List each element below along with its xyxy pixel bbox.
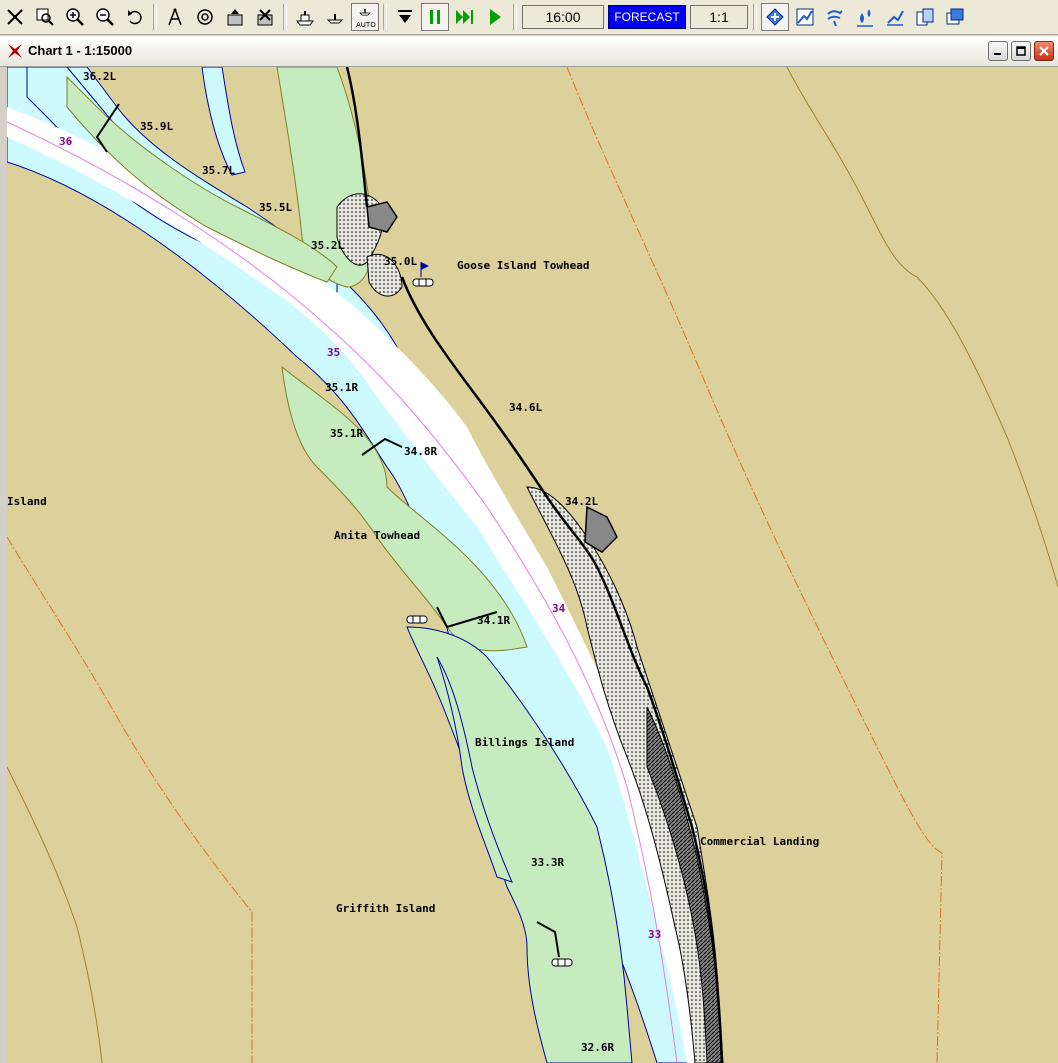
- fast-forward-button[interactable]: [451, 3, 479, 31]
- minimize-button[interactable]: [988, 41, 1008, 61]
- island-label: Island: [7, 495, 47, 508]
- light-label: 34.8R: [404, 445, 437, 458]
- light-label: 36.2L: [83, 70, 116, 83]
- vessel-settings-button[interactable]: [251, 3, 279, 31]
- mile-marker-36: 36: [59, 135, 73, 148]
- nautical-chart: Goose Island Towhead Island Anita Towhea…: [7, 67, 1058, 1063]
- zoom-in-button[interactable]: [61, 3, 89, 31]
- ship-small-button[interactable]: [321, 3, 349, 31]
- auto-follow-button[interactable]: AUTO: [351, 3, 379, 31]
- app-icon: [8, 44, 22, 58]
- minimize-icon: [994, 53, 1001, 55]
- close-button[interactable]: [1034, 41, 1054, 61]
- light-label: 32.6R: [581, 1041, 614, 1054]
- scale-display[interactable]: 1:1: [690, 5, 748, 29]
- weather-icon: [827, 10, 843, 27]
- ship-icon: [296, 11, 314, 26]
- chart-edit-icon: [796, 8, 814, 26]
- toolbar-separator: [383, 4, 387, 30]
- buoy-icon: [406, 615, 428, 624]
- light-label: 33.3R: [531, 856, 564, 869]
- light-label: 34.1R: [477, 614, 510, 627]
- main-toolbar: AUTO 16:00 FORECAST 1:1: [0, 0, 1058, 35]
- close-icon: [1039, 46, 1049, 56]
- mile-marker-33: 33: [648, 928, 661, 941]
- commercial-landing-label: Commercial Landing: [700, 835, 819, 848]
- target-button[interactable]: [191, 3, 219, 31]
- zoom-out-icon: [96, 8, 114, 26]
- auto-label: AUTO: [356, 21, 376, 29]
- pause-button[interactable]: [421, 3, 449, 31]
- zoom-in-icon: [66, 8, 84, 26]
- water-button[interactable]: [851, 3, 879, 31]
- auto-follow-icon: [359, 8, 371, 16]
- fast-forward-icon: [456, 10, 473, 24]
- download-button[interactable]: [391, 3, 419, 31]
- window-title: Chart 1 - 1:15000: [28, 43, 133, 58]
- maximize-button[interactable]: [1011, 41, 1031, 61]
- zoom-out-button[interactable]: [91, 3, 119, 31]
- light-label: 35.5L: [259, 201, 292, 214]
- chart-layers-icon: [766, 8, 784, 26]
- export-icon: [227, 9, 243, 26]
- time-display[interactable]: 16:00: [522, 5, 604, 29]
- window-icon: [946, 8, 964, 25]
- toolbar-separator: [753, 4, 757, 30]
- maximize-icon: [1016, 46, 1026, 56]
- route-button[interactable]: [881, 3, 909, 31]
- copy-button[interactable]: [911, 3, 939, 31]
- toolbar-separator: [513, 4, 517, 30]
- undo-icon: [128, 10, 142, 25]
- export-button[interactable]: [221, 3, 249, 31]
- fit-chart-button[interactable]: [1, 3, 29, 31]
- target-icon: [197, 9, 213, 25]
- light-label: 35.9L: [140, 120, 173, 133]
- billings-island-label: Billings Island: [475, 736, 574, 749]
- light-label: 35.7L: [202, 164, 235, 177]
- anita-towhead-label: Anita Towhead: [334, 529, 420, 542]
- water-icon: [857, 9, 873, 27]
- compass-button[interactable]: [161, 3, 189, 31]
- ship-small-icon: [326, 14, 344, 24]
- copy-icon: [916, 8, 934, 26]
- zoom-window-button[interactable]: [31, 3, 59, 31]
- chart-layers-button[interactable]: [761, 3, 789, 31]
- chart-window: Chart 1 - 1:15000 Goose Island Towhead I…: [0, 36, 1058, 1063]
- ship-button[interactable]: [291, 3, 319, 31]
- chart-edit-button[interactable]: [791, 3, 819, 31]
- light-label: 35.2L: [311, 239, 344, 252]
- forecast-button[interactable]: FORECAST: [608, 5, 686, 29]
- mile-marker-34: 34: [552, 602, 566, 615]
- route-icon: [887, 10, 904, 26]
- griffith-island-label: Griffith Island: [336, 902, 435, 915]
- compass-icon: [168, 8, 182, 26]
- light-label: 34.2L: [565, 495, 598, 508]
- light-label: 34.6L: [509, 401, 542, 414]
- vessel-settings-icon: [257, 9, 273, 26]
- toolbar-separator: [283, 4, 287, 30]
- buoy-icon: [412, 278, 434, 287]
- light-label: 35.1R: [330, 427, 363, 440]
- fit-chart-icon: [7, 9, 23, 25]
- weather-button[interactable]: [821, 3, 849, 31]
- mile-marker-35: 35: [327, 346, 340, 359]
- play-icon: [490, 9, 501, 25]
- chart-map[interactable]: Goose Island Towhead Island Anita Towhea…: [7, 67, 1058, 1063]
- toolbar-separator: [153, 4, 157, 30]
- window-title-bar[interactable]: Chart 1 - 1:15000: [0, 36, 1058, 67]
- undo-button[interactable]: [121, 3, 149, 31]
- buoy-icon: [551, 958, 573, 967]
- goose-island-towhead-label: Goose Island Towhead: [457, 259, 589, 272]
- window-button[interactable]: [941, 3, 969, 31]
- pause-icon: [430, 10, 440, 24]
- light-label: 35.1R: [325, 381, 358, 394]
- download-icon: [398, 10, 412, 23]
- play-button[interactable]: [481, 3, 509, 31]
- zoom-window-icon: [36, 8, 54, 26]
- light-label: 35.0L: [384, 255, 417, 268]
